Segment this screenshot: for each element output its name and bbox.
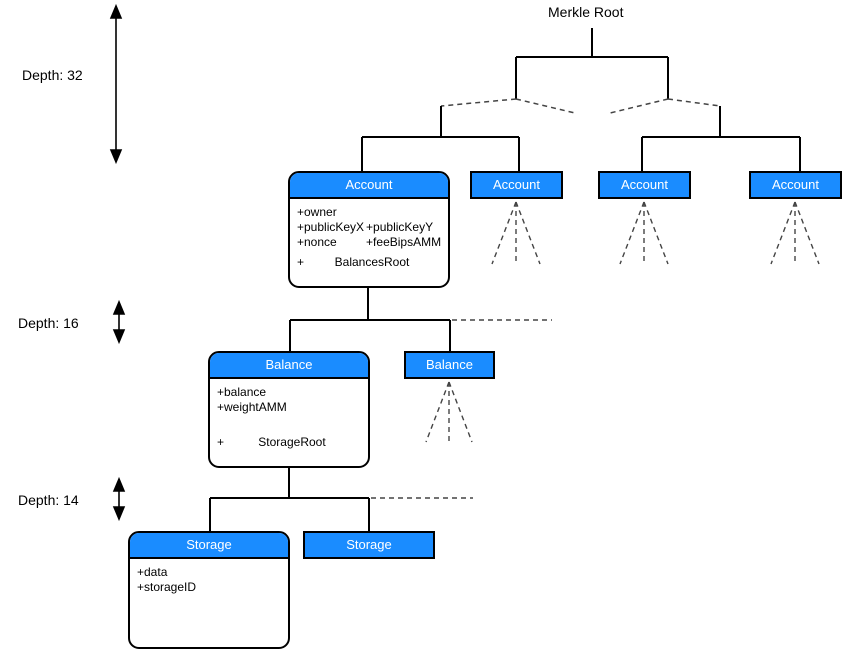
storage-attr-data: +data: [137, 565, 168, 579]
node-storage-expanded[interactable]: Storage +data +storageID: [128, 531, 290, 649]
node-account-expanded[interactable]: Account +owner +publicKeyX +publicKeyY +…: [288, 171, 450, 288]
account-attr-spacer-1: [366, 205, 441, 220]
collapsed-fan-account-2: [619, 201, 669, 265]
node-balance-collapsed-1-title: Balance: [406, 353, 493, 377]
account-attr-publickeyy: +publicKeyY: [366, 220, 434, 234]
account-balances-root-label: BalancesRoot: [334, 255, 410, 269]
collapsed-fan-balance-1: [425, 381, 473, 443]
left-subtree-edges: [361, 106, 520, 171]
depth-arrow-14: [112, 476, 126, 522]
depth-label-14: Depth: 14: [18, 492, 79, 508]
balance-attributes: +balance +weightAMM: [210, 385, 368, 415]
dashed-internal-edges: [440, 98, 721, 114]
node-storage-expanded-body: +data +storageID: [130, 559, 288, 649]
balance-storage-root-plus: +: [217, 435, 225, 449]
depth-arrow-32: [109, 3, 123, 165]
node-account-collapsed-2[interactable]: Account: [598, 171, 691, 199]
account-to-balance-edges: [289, 288, 451, 351]
node-balance-expanded-body: +balance +weightAMM + StorageRoot: [210, 379, 368, 468]
node-balance-collapsed-1[interactable]: Balance: [404, 351, 495, 379]
node-account-collapsed-3[interactable]: Account: [749, 171, 842, 199]
balance-storage-root-row: + StorageRoot: [210, 435, 368, 449]
depth-arrow-16: [112, 299, 126, 345]
node-account-collapsed-2-title: Account: [600, 173, 689, 197]
balance-storage-root-label: StorageRoot: [258, 435, 326, 449]
node-account-collapsed-1[interactable]: Account: [470, 171, 563, 199]
merkle-tree-diagram: Merkle Root Depth: 32 Depth: 16 Depth: 1…: [0, 0, 842, 650]
node-storage-collapsed-1-title: Storage: [305, 533, 433, 557]
account-balances-root-row: + BalancesRoot: [290, 255, 448, 269]
storage-attr-storageid: +storageID: [137, 580, 197, 594]
node-storage-expanded-title: Storage: [130, 533, 288, 559]
node-account-collapsed-3-title: Account: [751, 173, 840, 197]
account-attr-owner: +owner: [297, 205, 337, 219]
account-attr-nonce: +nonce: [297, 235, 337, 249]
storage-attributes: +data +storageID: [130, 565, 288, 595]
node-balance-expanded-title: Balance: [210, 353, 368, 379]
balance-attr-balance: +balance: [217, 385, 267, 399]
depth-label-32: Depth: 32: [22, 67, 83, 83]
node-account-expanded-body: +owner +publicKeyX +publicKeyY +nonce +f…: [290, 199, 448, 288]
collapsed-fan-account-1: [491, 201, 541, 265]
root-edges: [515, 28, 669, 99]
account-balances-root-plus: +: [297, 255, 305, 269]
account-attributes: +owner +publicKeyX +publicKeyY +nonce +f…: [290, 205, 448, 250]
balance-attr-weightamm: +weightAMM: [217, 400, 287, 414]
node-storage-collapsed-1[interactable]: Storage: [303, 531, 435, 559]
collapsed-fan-account-3: [770, 201, 820, 265]
node-account-expanded-title: Account: [290, 173, 448, 199]
node-account-collapsed-1-title: Account: [472, 173, 561, 197]
account-attr-feebipsamm: +feeBipsAMM: [366, 235, 442, 249]
account-attr-publickeyx: +publicKeyX: [297, 220, 365, 234]
right-subtree-edges: [641, 106, 801, 171]
node-balance-expanded[interactable]: Balance +balance +weightAMM + StorageRoo…: [208, 351, 370, 468]
depth-label-16: Depth: 16: [18, 315, 79, 331]
merkle-root-label: Merkle Root: [548, 4, 624, 20]
balance-to-storage-edges: [209, 468, 370, 531]
